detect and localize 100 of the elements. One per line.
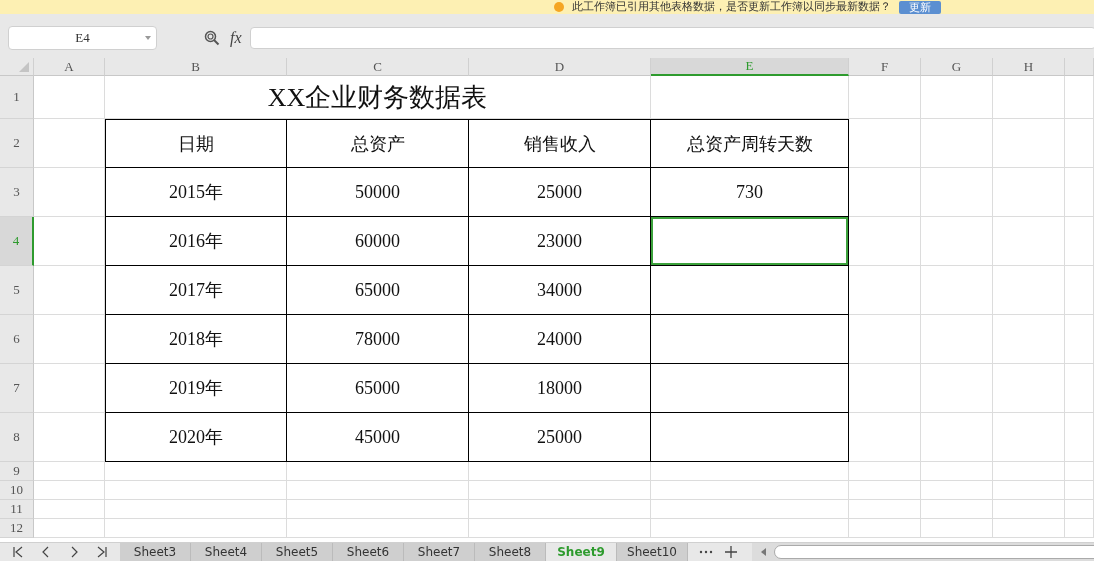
empty-cell[interactable] [921,315,993,364]
empty-cell[interactable] [921,76,993,119]
empty-cell[interactable] [849,500,921,519]
empty-cell[interactable] [287,462,469,481]
empty-cell[interactable] [921,481,993,500]
empty-cell[interactable] [1065,168,1094,217]
empty-cell[interactable] [849,315,921,364]
row-header[interactable]: 11 [0,500,34,519]
zoom-icon[interactable] [204,30,220,46]
empty-cell[interactable] [469,481,651,500]
empty-cell[interactable] [921,500,993,519]
empty-cell[interactable] [849,519,921,538]
empty-cell[interactable] [849,462,921,481]
empty-cell[interactable] [105,519,287,538]
empty-cell[interactable] [921,364,993,413]
empty-cell[interactable] [287,519,469,538]
empty-cell[interactable] [105,500,287,519]
empty-cell[interactable] [287,500,469,519]
empty-cell[interactable] [993,119,1065,168]
empty-cell[interactable] [849,217,921,266]
row-header[interactable]: 10 [0,481,34,500]
empty-cell[interactable] [993,217,1065,266]
column-header[interactable]: C [287,58,469,76]
empty-cell[interactable] [1065,364,1094,413]
empty-cell[interactable] [651,462,849,481]
empty-cell[interactable] [921,119,993,168]
empty-cell[interactable] [469,500,651,519]
row-header[interactable]: 8 [0,413,34,462]
empty-cell[interactable] [993,413,1065,462]
empty-cell[interactable] [1065,119,1094,168]
empty-cell[interactable] [1065,462,1094,481]
empty-cell[interactable] [921,462,993,481]
column-header[interactable]: G [921,58,993,76]
empty-cell[interactable] [849,266,921,315]
empty-cell[interactable] [993,519,1065,538]
add-icon[interactable] [724,545,738,559]
empty-cell[interactable] [921,266,993,315]
horizontal-scrollbar[interactable] [752,543,1094,561]
column-header[interactable]: F [849,58,921,76]
empty-cell[interactable] [849,364,921,413]
sheet-tab[interactable]: Sheet5 [262,543,333,561]
row-header[interactable]: 6 [0,315,34,364]
first-sheet-icon[interactable] [11,545,25,559]
scroll-left-icon[interactable] [760,548,768,556]
empty-cell[interactable] [993,315,1065,364]
row-header[interactable]: 12 [0,519,34,538]
empty-cell[interactable] [993,500,1065,519]
empty-cell[interactable] [993,462,1065,481]
sheet-tab[interactable]: Sheet4 [191,543,262,561]
column-header[interactable]: H [993,58,1065,76]
sheet-tab[interactable]: Sheet7 [404,543,475,561]
empty-cell[interactable] [993,481,1065,500]
row-header[interactable]: 1 [0,76,34,119]
empty-cell[interactable] [287,481,469,500]
empty-cell[interactable] [921,168,993,217]
empty-cell[interactable] [105,481,287,500]
empty-cell[interactable] [849,76,921,119]
row-header[interactable]: 7 [0,364,34,413]
row-header[interactable]: 3 [0,168,34,217]
column-header[interactable]: B [105,58,287,76]
empty-cell[interactable] [921,413,993,462]
empty-cell[interactable] [651,76,849,119]
column-header[interactable]: D [469,58,651,76]
empty-cell[interactable] [651,500,849,519]
empty-cell[interactable] [1065,519,1094,538]
empty-cell[interactable] [849,119,921,168]
row-header[interactable]: 5 [0,266,34,315]
sheet-tab[interactable]: Sheet10 [617,543,688,561]
empty-cell[interactable] [849,481,921,500]
empty-cell[interactable] [1065,217,1094,266]
sheet-tab[interactable]: Sheet8 [475,543,546,561]
empty-cell[interactable] [993,266,1065,315]
empty-cell[interactable] [651,481,849,500]
empty-cell[interactable] [1065,413,1094,462]
empty-cell[interactable] [921,519,993,538]
empty-cell[interactable] [1065,500,1094,519]
name-box[interactable]: E4 [8,26,157,50]
empty-cell[interactable] [849,413,921,462]
empty-cell[interactable] [1065,266,1094,315]
sheet-tab[interactable]: Sheet3 [120,543,191,561]
update-button[interactable]: 更新 [898,0,941,14]
last-sheet-icon[interactable] [95,545,109,559]
formula-input[interactable] [249,27,1094,49]
empty-cell[interactable] [993,168,1065,217]
empty-cell[interactable] [849,168,921,217]
empty-cell[interactable] [1065,481,1094,500]
empty-cell[interactable] [469,462,651,481]
empty-cell[interactable] [993,76,1065,119]
empty-cell[interactable] [469,519,651,538]
empty-cell[interactable] [105,462,287,481]
select-all-icon[interactable] [19,62,29,72]
row-header[interactable]: 9 [0,462,34,481]
empty-cell[interactable] [921,217,993,266]
empty-cell[interactable] [1065,315,1094,364]
empty-cell[interactable] [651,519,849,538]
empty-cell[interactable] [993,364,1065,413]
function-label[interactable]: fx [230,29,242,47]
column-header[interactable]: A [34,58,105,76]
row-header[interactable]: 2 [0,119,34,168]
sheet-tab[interactable]: Sheet6 [333,543,404,561]
